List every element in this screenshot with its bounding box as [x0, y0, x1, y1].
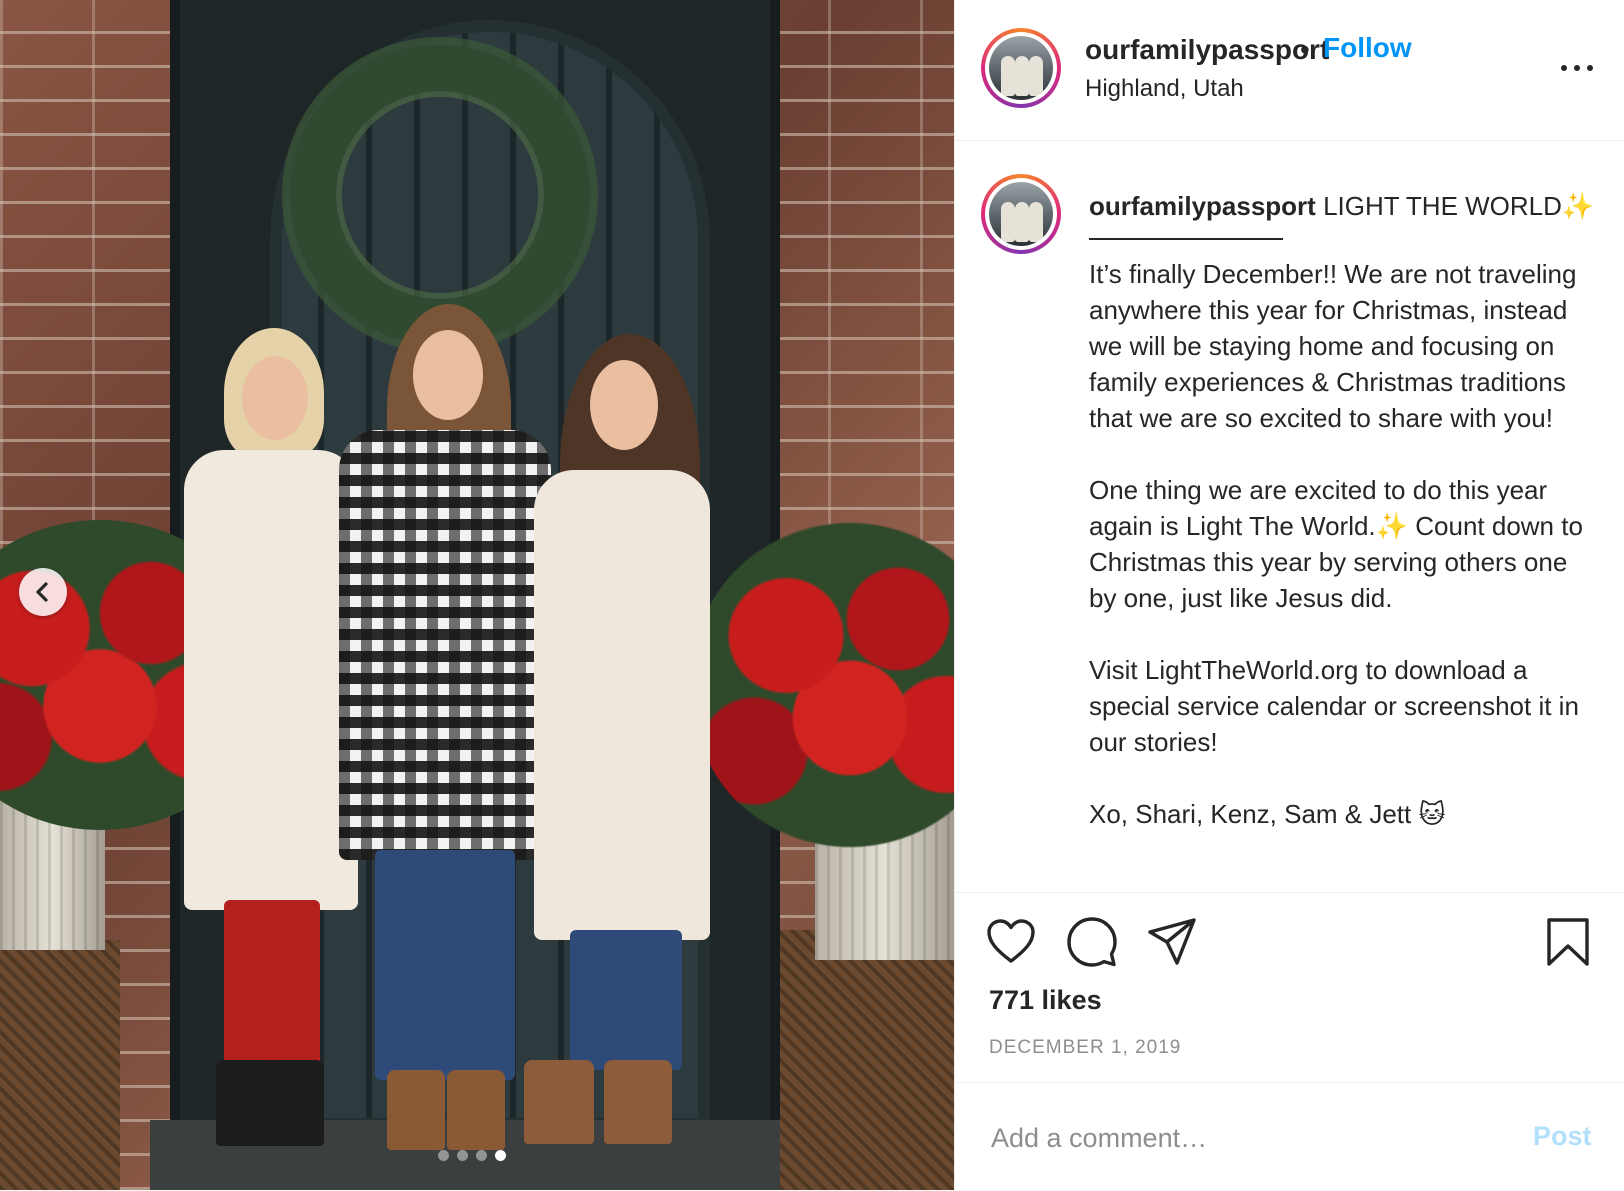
person-left — [180, 320, 360, 1170]
caption-divider — [1089, 238, 1283, 240]
follow-button[interactable]: Follow — [1323, 32, 1412, 64]
comment-icon — [1067, 917, 1117, 967]
comment-input[interactable] — [989, 1117, 1493, 1159]
more-options-button[interactable] — [1555, 56, 1599, 80]
left-stool — [0, 940, 120, 1190]
more-horizontal-icon — [1561, 65, 1567, 71]
carousel-prev-button[interactable] — [19, 568, 67, 616]
carousel-dot-active — [495, 1150, 506, 1161]
paper-plane-icon — [1148, 918, 1196, 965]
heart-icon — [987, 919, 1035, 963]
caption-title: LIGHT THE WORLD — [1323, 191, 1562, 221]
more-horizontal-icon — [1587, 65, 1593, 71]
more-horizontal-icon — [1574, 65, 1580, 71]
caption-area: ourfamilypassport LIGHT THE WORLD✨ It’s … — [955, 140, 1624, 892]
carousel-dot — [438, 1150, 449, 1161]
caption-text: ourfamilypassport LIGHT THE WORLD✨ It’s … — [1089, 188, 1599, 868]
share-button[interactable] — [1147, 917, 1197, 972]
caption-paragraph-partial: Xo, Shari, Kenz, Sam & Jett 🐱 — [1089, 799, 1446, 829]
caption-avatar[interactable] — [981, 174, 1061, 254]
carousel-dot — [476, 1150, 487, 1161]
post-comment-button[interactable]: Post — [1533, 1121, 1592, 1152]
right-stool — [780, 930, 954, 1190]
comment-button[interactable] — [1067, 917, 1117, 972]
post-date[interactable]: DECEMBER 1, 2019 — [989, 1037, 1181, 1059]
person-middle — [335, 300, 555, 1170]
header-separator: • — [1300, 34, 1310, 65]
caption-paragraph: It’s finally December!! We are not trave… — [1089, 259, 1577, 433]
post-photo[interactable] — [0, 0, 954, 1190]
sparkles-icon: ✨ — [1375, 511, 1409, 541]
caption-paragraph: Visit LightTheWorld.org to download a sp… — [1089, 655, 1579, 757]
sparkles-icon: ✨ — [1561, 191, 1595, 221]
chevron-left-icon — [36, 582, 48, 602]
like-button[interactable] — [987, 919, 1035, 970]
carousel-dots — [438, 1150, 506, 1162]
bookmark-icon — [1547, 918, 1589, 966]
likes-count[interactable]: 771 likes — [989, 985, 1102, 1016]
caption-username[interactable]: ourfamilypassport — [1089, 191, 1316, 221]
comment-bar: Post — [955, 1082, 1624, 1191]
header-username[interactable]: ourfamilypassport — [1085, 34, 1329, 66]
location-link[interactable]: Highland, Utah — [1085, 75, 1244, 103]
post-header: ourfamilypassport • Follow Highland, Uta… — [955, 0, 1624, 141]
instagram-post: ourfamilypassport • Follow Highland, Uta… — [0, 0, 1624, 1190]
carousel-dot — [457, 1150, 468, 1161]
person-right — [524, 330, 720, 1170]
caption-paragraph: One thing we are excited to do this year… — [1089, 475, 1583, 613]
avatar[interactable] — [981, 28, 1061, 108]
post-actions: 771 likes DECEMBER 1, 2019 — [955, 892, 1624, 1083]
post-sidebar: ourfamilypassport • Follow Highland, Uta… — [954, 0, 1624, 1190]
save-button[interactable] — [1545, 917, 1591, 972]
